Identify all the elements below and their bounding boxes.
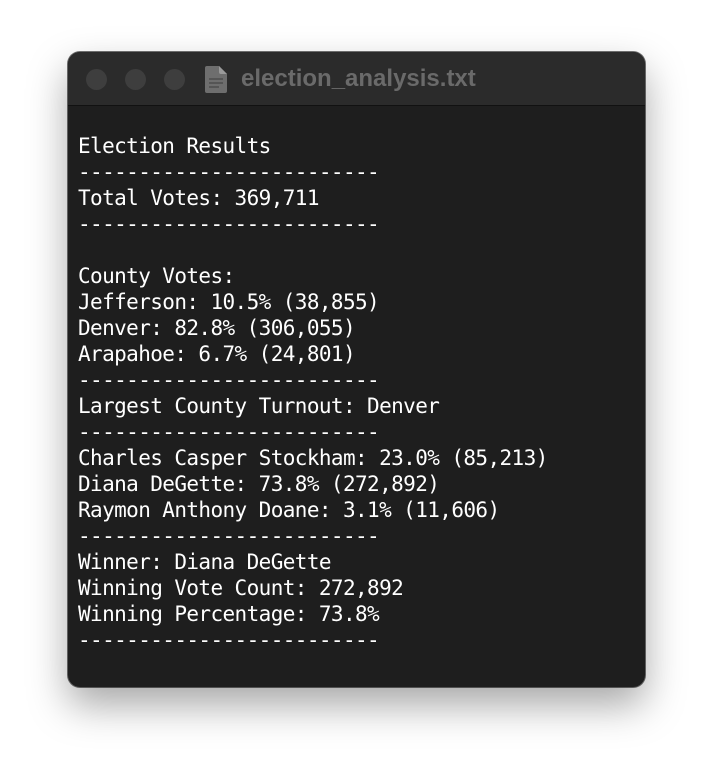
text-line: Diana DeGette: 73.8% (272,892) [78, 472, 440, 496]
text-line: Arapahoe: 6.7% (24,801) [78, 342, 356, 366]
text-line: Charles Casper Stockham: 23.0% (85,213) [78, 446, 548, 470]
text-line: Raymon Anthony Doane: 3.1% (11,606) [78, 498, 500, 522]
text-line: ------------------------- [78, 160, 380, 184]
minimize-window-button[interactable] [125, 69, 146, 90]
text-line: Winner: Diana DeGette [78, 550, 332, 574]
text-line: ------------------------- [78, 212, 380, 236]
text-line: Election Results [78, 134, 271, 158]
text-line [78, 237, 638, 263]
zoom-window-button[interactable] [164, 69, 185, 90]
text-line: Jefferson: 10.5% (38,855) [78, 290, 380, 314]
document-icon [205, 66, 227, 93]
close-window-button[interactable] [86, 69, 107, 90]
text-line: Largest County Turnout: Denver [78, 394, 440, 418]
text-line: Denver: 82.8% (306,055) [78, 316, 356, 340]
text-content[interactable]: Election Results ------------------------… [78, 133, 638, 653]
text-line: County Votes: [78, 264, 235, 288]
text-line: Winning Percentage: 73.8% [78, 602, 380, 626]
text-line: Winning Vote Count: 272,892 [78, 576, 404, 600]
text-viewer-window: election_analysis.txt Election Results --… [68, 52, 645, 687]
text-line: Total Votes: 369,711 [78, 186, 319, 210]
text-line: ------------------------- [78, 420, 380, 444]
text-line: ------------------------- [78, 524, 380, 548]
text-line: ------------------------- [78, 368, 380, 392]
text-line: ------------------------- [78, 628, 380, 652]
title-bar[interactable]: election_analysis.txt [68, 52, 645, 106]
window-title: election_analysis.txt [241, 65, 476, 92]
